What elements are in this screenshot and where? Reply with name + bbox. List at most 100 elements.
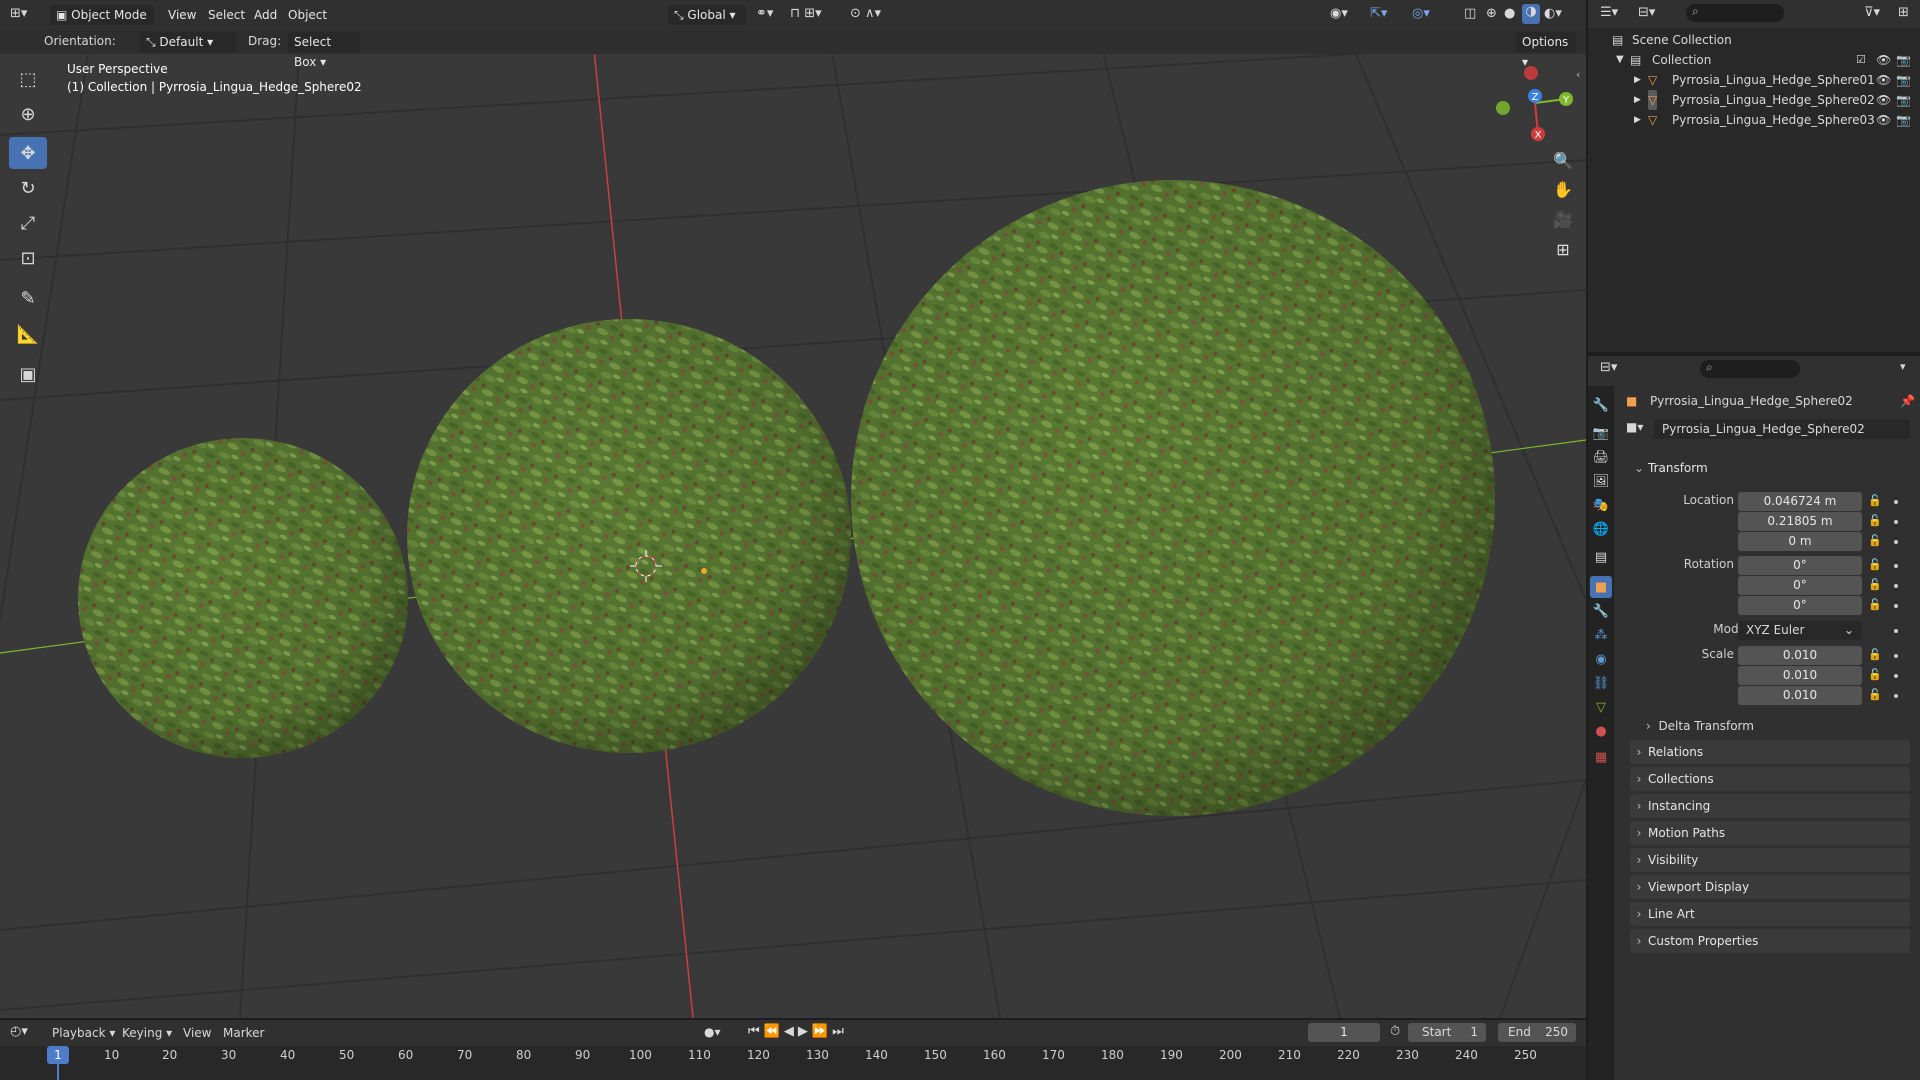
eye-icon[interactable]: 👁 [1876, 70, 1891, 90]
drag-dropdown[interactable]: Select Box ▾ [288, 32, 360, 69]
pan-hand-icon[interactable]: ✋ [1548, 176, 1578, 202]
menu-keying[interactable]: Keying ▾ [122, 1026, 172, 1040]
ortho-toggle-icon[interactable]: ⊞ [1548, 236, 1578, 262]
transform-panel-header[interactable]: ⌄ Transform [1630, 456, 1910, 480]
outliner-item-sphere01[interactable]: ▶ ▽ Pyrrosia_Lingua_Hedge_Sphere01 👁 📷 [1588, 70, 1920, 90]
collections-panel-header[interactable]: › Collections [1630, 767, 1910, 791]
measure-tool-icon[interactable]: 📐 [9, 318, 47, 350]
rotate-tool-icon[interactable]: ↻ [9, 172, 47, 204]
camera-icon[interactable]: 📷 [1896, 90, 1911, 110]
cursor-tool-icon[interactable]: ⊕ [9, 98, 47, 130]
render-tab-icon[interactable]: 📷 [1590, 422, 1612, 444]
sidebar-toggle-icon[interactable]: ‹ [1576, 68, 1580, 81]
pin-icon[interactable]: 📌 [1900, 394, 1915, 408]
lock-icon[interactable]: 🔓 [1868, 558, 1882, 571]
prev-keyframe-icon[interactable]: ⏪ [764, 1024, 784, 1039]
proportional-edit-icon[interactable]: ⊙ ∧▾ [850, 6, 881, 21]
transform-tool-icon[interactable]: ⊡ [9, 242, 47, 274]
navigation-gizmo[interactable]: Z Y X [1490, 56, 1580, 146]
outliner-item-sphere02[interactable]: ▶ ▽ Pyrrosia_Lingua_Hedge_Sphere02 👁 📷 [1588, 90, 1920, 110]
timeline-editor-icon[interactable]: ◴▾ [10, 1024, 28, 1039]
camera-icon[interactable]: 📷 [1896, 110, 1911, 130]
instancing-panel-header[interactable]: › Instancing [1630, 794, 1910, 818]
wireframe-shading-icon[interactable]: ⊕ [1486, 6, 1497, 21]
rotation-z-field[interactable]: 0° [1738, 596, 1862, 615]
record-icon[interactable]: ●▾ [704, 1025, 721, 1039]
outliner-item-sphere03[interactable]: ▶ ▽ Pyrrosia_Lingua_Hedge_Sphere03 👁 📷 [1588, 110, 1920, 130]
filter-icon[interactable]: ⊽▾ [1864, 5, 1880, 20]
menu-select[interactable]: Select [208, 0, 245, 30]
select-tool-icon[interactable]: ⬚ [9, 63, 47, 95]
keyframe-dot-icon[interactable] [1894, 674, 1898, 678]
eye-icon[interactable]: 👁 [1876, 50, 1891, 70]
keyframe-dot-icon[interactable] [1894, 564, 1898, 568]
object-datablock-icon[interactable]: ■▾ [1626, 420, 1652, 438]
camera-view-icon[interactable]: 🎥 [1548, 206, 1578, 232]
snap-icon[interactable]: ⊓ ⊞▾ [790, 6, 822, 21]
gizmo-toggle-icon[interactable]: ⇱▾ [1370, 6, 1387, 21]
view-layer-tab-icon[interactable]: 🖼 [1590, 470, 1612, 492]
annotate-tool-icon[interactable]: ✎ [9, 282, 47, 314]
location-x-field[interactable]: 0.046724 m [1738, 492, 1862, 511]
expand-arrow-icon[interactable]: ▶ [1634, 90, 1641, 110]
keyframe-dot-icon[interactable] [1894, 694, 1898, 698]
line-art-panel-header[interactable]: › Line Art [1630, 902, 1910, 926]
texture-tab-icon[interactable]: ▦ [1590, 746, 1612, 768]
custom-properties-panel-header[interactable]: › Custom Properties [1630, 929, 1910, 953]
lock-icon[interactable]: 🔓 [1868, 688, 1882, 701]
display-mode-icon[interactable]: ⊟▾ [1638, 5, 1655, 20]
expand-arrow-icon[interactable]: ▶ [1634, 110, 1641, 130]
transform-orientation-dropdown[interactable]: ⤡ Global ▾ [668, 5, 746, 25]
material-tab-icon[interactable]: ● [1590, 720, 1612, 742]
jump-start-icon[interactable]: ⏮ [748, 1024, 764, 1039]
properties-options-icon[interactable]: ▾ [1900, 360, 1906, 373]
keyframe-dot-icon[interactable] [1894, 500, 1898, 504]
scale-z-field[interactable]: 0.010 [1738, 686, 1862, 705]
properties-editor-icon[interactable]: ⊟▾ [1600, 360, 1617, 375]
lock-icon[interactable]: 🔓 [1868, 514, 1882, 527]
scene-collection-row[interactable]: ▤ Scene Collection [1588, 30, 1920, 50]
outliner-editor-icon[interactable]: ☰▾ [1600, 5, 1618, 20]
menu-marker[interactable]: Marker [223, 1026, 264, 1040]
lock-icon[interactable]: 🔓 [1868, 598, 1882, 611]
camera-icon[interactable]: 📷 [1896, 70, 1911, 90]
scale-tool-icon[interactable]: ⤢ [9, 207, 47, 239]
play-reverse-icon[interactable]: ◀ [784, 1024, 798, 1039]
solid-shading-icon[interactable]: ● [1504, 6, 1515, 21]
properties-search-input[interactable]: ⌕ [1700, 360, 1800, 378]
keyframe-dot-icon[interactable] [1894, 584, 1898, 588]
rotation-mode-dropdown[interactable]: XYZ Euler ⌄ [1738, 621, 1862, 640]
3d-viewport[interactable]: ⊞▾ ▣ Object Mode ▾ View Select Add Objec… [0, 0, 1586, 1018]
menu-view[interactable]: View [168, 0, 196, 30]
viewport-display-panel-header[interactable]: › Viewport Display [1630, 875, 1910, 899]
lock-icon[interactable]: 🔓 [1868, 668, 1882, 681]
mode-dropdown[interactable]: ▣ Object Mode ▾ [50, 5, 154, 42]
jump-end-icon[interactable]: ⏭ [832, 1024, 848, 1039]
options-dropdown[interactable]: Options ▾ [1516, 32, 1576, 69]
visibility-selector-icon[interactable]: ◉▾ [1330, 6, 1348, 21]
keyframe-dot-icon[interactable] [1894, 540, 1898, 544]
relations-panel-header[interactable]: › Relations [1630, 740, 1910, 764]
start-frame-field[interactable]: Start 1 [1408, 1023, 1486, 1042]
lock-icon[interactable]: 🔓 [1868, 578, 1882, 591]
new-collection-icon[interactable]: ⊞ [1898, 5, 1909, 20]
lock-icon[interactable]: 🔓 [1868, 534, 1882, 547]
tool-tab-icon[interactable]: 🔧 [1590, 394, 1612, 416]
location-y-field[interactable]: 0.21805 m [1738, 512, 1862, 531]
outliner-search-input[interactable]: ⌕ [1686, 4, 1784, 22]
add-cube-tool-icon[interactable]: ▣ [9, 358, 47, 390]
current-frame-field[interactable]: 1 [1308, 1023, 1380, 1042]
camera-icon[interactable]: 📷 [1896, 50, 1911, 70]
eye-icon[interactable]: 👁 [1876, 110, 1891, 130]
playhead-frame-badge[interactable]: 1 [47, 1046, 69, 1064]
menu-timeline-view[interactable]: View [183, 1026, 211, 1040]
visibility-panel-header[interactable]: › Visibility [1630, 848, 1910, 872]
orientation-dropdown[interactable]: ⤡ Default ▾ [140, 32, 236, 52]
menu-object[interactable]: Object [288, 0, 327, 30]
play-icon[interactable]: ▶ [798, 1024, 812, 1039]
overlay-toggle-icon[interactable]: ◎▾ [1412, 6, 1430, 21]
keyframe-dot-icon[interactable] [1894, 604, 1898, 608]
delta-transform-subpanel[interactable]: › Delta Transform [1646, 716, 1754, 736]
keyframe-dot-icon[interactable] [1894, 520, 1898, 524]
checkbox-icon[interactable]: ☑ [1856, 50, 1866, 70]
